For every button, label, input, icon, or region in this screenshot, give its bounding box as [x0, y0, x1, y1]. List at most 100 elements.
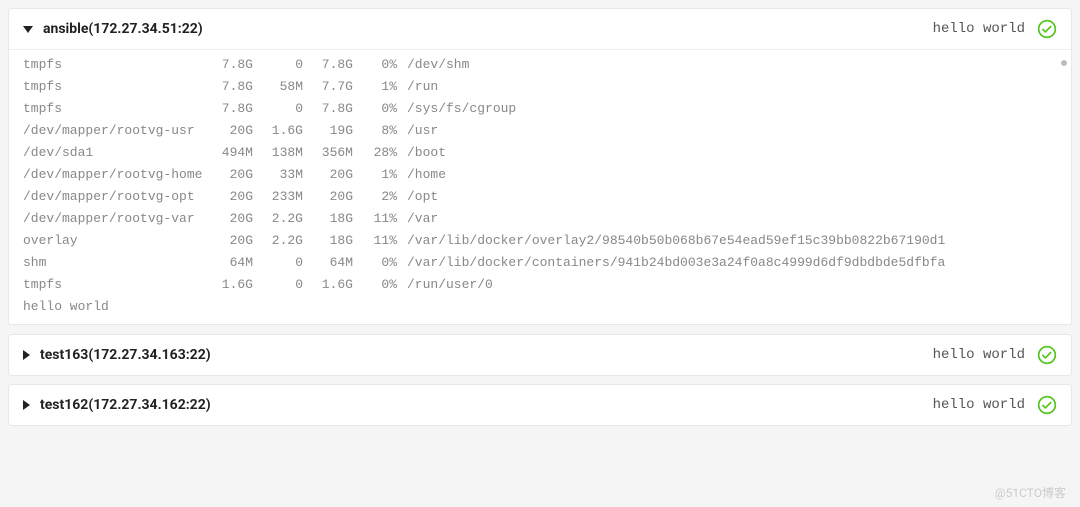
output-row: shm64M064M0%/var/lib/docker/containers/9… [23, 252, 1071, 274]
col-used: 2.2G [253, 230, 303, 252]
status-text: hello world [933, 21, 1025, 37]
col-pct: 11% [353, 230, 403, 252]
output-row: /dev/mapper/rootvg-opt20G233M20G2%/opt [23, 186, 1071, 208]
col-avail: 7.8G [303, 54, 353, 76]
col-avail: 20G [303, 186, 353, 208]
col-used: 58M [253, 76, 303, 98]
command-output: tmpfs7.8G07.8G0%/dev/shmtmpfs7.8G58M7.7G… [9, 50, 1071, 324]
col-size: 64M [203, 252, 253, 274]
col-used: 0 [253, 274, 303, 296]
host-panel: test163(172.27.34.163:22) hello world [8, 334, 1072, 376]
col-avail: 20G [303, 164, 353, 186]
scrollbar-thumb[interactable] [1061, 60, 1067, 66]
chevron-right-icon [23, 350, 30, 360]
check-circle-icon [1037, 345, 1057, 365]
output-row: overlay20G2.2G18G11%/var/lib/docker/over… [23, 230, 1071, 252]
col-size: 20G [203, 164, 253, 186]
col-pct: 0% [353, 274, 403, 296]
col-avail: 18G [303, 208, 353, 230]
host-panel-header[interactable]: ansible(172.27.34.51:22) hello world [9, 9, 1071, 49]
col-used: 233M [253, 186, 303, 208]
col-filesystem: tmpfs [23, 274, 203, 296]
col-size: 494M [203, 142, 253, 164]
col-size: 20G [203, 120, 253, 142]
col-pct: 0% [353, 252, 403, 274]
col-avail: 19G [303, 120, 353, 142]
host-addr: 172.27.34.51:22 [93, 21, 197, 37]
col-size: 20G [203, 208, 253, 230]
col-size: 7.8G [203, 76, 253, 98]
col-avail: 18G [303, 230, 353, 252]
col-mount: /boot [403, 142, 446, 164]
col-avail: 1.6G [303, 274, 353, 296]
col-mount: /dev/shm [403, 54, 469, 76]
host-panel: ansible(172.27.34.51:22) hello world tmp… [8, 8, 1072, 325]
col-used: 2.2G [253, 208, 303, 230]
col-avail: 7.7G [303, 76, 353, 98]
host-panel-body: tmpfs7.8G07.8G0%/dev/shmtmpfs7.8G58M7.7G… [9, 49, 1071, 324]
output-row: /dev/mapper/rootvg-var20G2.2G18G11%/var [23, 208, 1071, 230]
col-mount: /var/lib/docker/containers/941b24bd003e3… [403, 252, 945, 274]
host-name: ansible [43, 21, 88, 37]
host-title: test163(172.27.34.163:22) [40, 347, 211, 363]
col-used: 0 [253, 252, 303, 274]
col-size: 20G [203, 230, 253, 252]
status-text: hello world [933, 397, 1025, 413]
col-size: 7.8G [203, 54, 253, 76]
col-pct: 11% [353, 208, 403, 230]
col-size: 20G [203, 186, 253, 208]
col-filesystem: /dev/mapper/rootvg-usr [23, 120, 203, 142]
col-mount: /var/lib/docker/overlay2/98540b50b068b67… [403, 230, 945, 252]
host-addr: 172.27.34.163:22 [93, 347, 206, 363]
col-pct: 1% [353, 76, 403, 98]
col-mount: /opt [403, 186, 438, 208]
output-row: tmpfs7.8G07.8G0%/dev/shm [23, 54, 1071, 76]
vertical-scrollbar[interactable] [1059, 54, 1069, 304]
output-row: /dev/mapper/rootvg-usr20G1.6G19G8%/usr [23, 120, 1071, 142]
output-row: tmpfs7.8G07.8G0%/sys/fs/cgroup [23, 98, 1071, 120]
col-filesystem: overlay [23, 230, 203, 252]
col-pct: 0% [353, 54, 403, 76]
col-mount: /usr [403, 120, 438, 142]
host-panel: test162(172.27.34.162:22) hello world [8, 384, 1072, 426]
col-filesystem: /dev/mapper/rootvg-var [23, 208, 203, 230]
chevron-right-icon [23, 400, 30, 410]
col-used: 138M [253, 142, 303, 164]
col-used: 0 [253, 98, 303, 120]
col-pct: 2% [353, 186, 403, 208]
output-trailer: hello world [23, 296, 1071, 318]
col-mount: /var [403, 208, 438, 230]
col-size: 1.6G [203, 274, 253, 296]
col-avail: 7.8G [303, 98, 353, 120]
col-avail: 64M [303, 252, 353, 274]
col-filesystem: tmpfs [23, 76, 203, 98]
col-mount: /home [403, 164, 446, 186]
col-pct: 0% [353, 98, 403, 120]
status-text: hello world [933, 347, 1025, 363]
col-filesystem: /dev/sda1 [23, 142, 203, 164]
col-used: 1.6G [253, 120, 303, 142]
check-circle-icon [1037, 19, 1057, 39]
col-filesystem: /dev/mapper/rootvg-home [23, 164, 203, 186]
col-avail: 356M [303, 142, 353, 164]
host-panel-header[interactable]: test163(172.27.34.163:22) hello world [9, 335, 1071, 375]
col-mount: /run/user/0 [403, 274, 493, 296]
watermark: @51CTO博客 [995, 484, 1066, 501]
col-used: 0 [253, 54, 303, 76]
col-used: 33M [253, 164, 303, 186]
col-filesystem: shm [23, 252, 203, 274]
host-name: test162 [40, 397, 88, 413]
host-addr: 172.27.34.162:22 [93, 397, 206, 413]
col-mount: /sys/fs/cgroup [403, 98, 516, 120]
output-row: tmpfs1.6G01.6G0%/run/user/0 [23, 274, 1071, 296]
check-circle-icon [1037, 395, 1057, 415]
host-title: ansible(172.27.34.51:22) [43, 21, 203, 37]
col-filesystem: /dev/mapper/rootvg-opt [23, 186, 203, 208]
col-filesystem: tmpfs [23, 54, 203, 76]
col-mount: /run [403, 76, 438, 98]
col-pct: 1% [353, 164, 403, 186]
col-pct: 8% [353, 120, 403, 142]
output-scroll[interactable]: tmpfs7.8G07.8G0%/dev/shmtmpfs7.8G58M7.7G… [9, 50, 1071, 324]
host-panel-header[interactable]: test162(172.27.34.162:22) hello world [9, 385, 1071, 425]
output-row: /dev/mapper/rootvg-home20G33M20G1%/home [23, 164, 1071, 186]
